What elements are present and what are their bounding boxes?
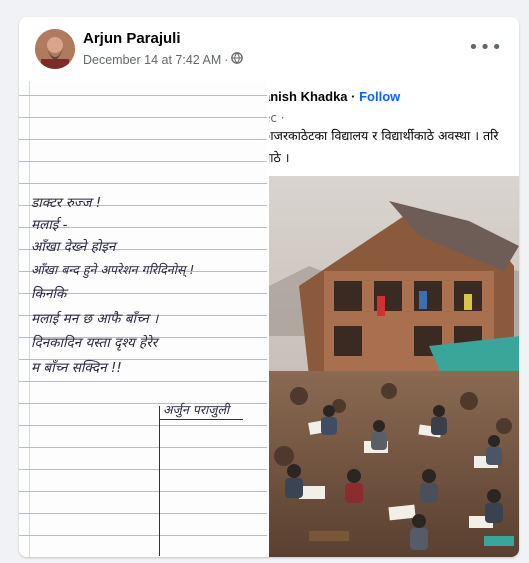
signature-underline [159,419,243,420]
follow-link: Follow [359,89,401,104]
post-card: Arjun Parajuli December 14 at 7:42 AM · … [19,17,519,557]
note-line: मलाई - [31,217,68,233]
shared-dot: · [347,89,360,104]
avatar[interactable] [35,29,75,69]
paper-rule [19,139,267,140]
shared-caption-line: याठे । [269,150,290,165]
paper-rule [19,381,267,382]
paper-rule [19,183,267,184]
shared-author-name: anish Khadka [269,89,348,104]
note-line: आँखा देख्ने होइन [31,239,116,255]
shared-post-screenshot: anish Khadka · Follow ec · ाजरकाठेटका वि… [269,81,519,557]
paper-rule [19,161,267,162]
paper-rule [19,469,267,470]
paper-rule [19,403,267,404]
paper-rule [19,491,267,492]
post-header: Arjun Parajuli December 14 at 7:42 AM · … [19,17,519,81]
paper-rule [19,447,267,448]
paper-rule [19,535,267,536]
paper-rule [19,513,267,514]
meta-separator: · [224,52,229,67]
note-line: म बाँच्न सक्दिन !! [31,360,122,376]
paper-rule [19,117,267,118]
shared-caption-line: ाजरकाठेटका विद्यालय र विद्यार्थीकाठे अवस… [269,128,499,143]
post-timestamp[interactable]: December 14 at 7:42 AM [83,53,221,67]
handwritten-note-image: डाक्टर रुज्ज ! मलाई - आँखा देख्ने होइन आ… [19,81,267,557]
paper-margin [29,81,30,557]
note-line: आँखा बन्द हुने अपरेशन गरिदिनोस् ! [31,262,195,277]
globe-icon [231,52,244,67]
post-meta: December 14 at 7:42 AM · [83,52,244,67]
author-name[interactable]: Arjun Parajuli [83,30,181,47]
shared-meta: ec · [269,111,285,125]
more-options-icon[interactable]: ••• [468,37,503,58]
note-line: किनकि [31,286,67,302]
shared-author: anish Khadka · Follow [269,89,400,104]
signature-divider [159,406,160,556]
signature: अर्जुन पराजुली [163,402,230,417]
note-line: दिनकादिन यस्ता दृश्य हेरेर [31,335,158,351]
paper-rule [19,95,267,96]
note-line: डाक्टर रुज्ज ! [31,195,102,211]
post-media[interactable]: डाक्टर रुज्ज ! मलाई - आँखा देख्ने होइन आ… [19,81,519,557]
paper-rule [19,425,267,426]
note-line: मलाई मन छ आफै बाँच्न । [31,311,159,327]
destroyed-school-photo [269,176,519,557]
